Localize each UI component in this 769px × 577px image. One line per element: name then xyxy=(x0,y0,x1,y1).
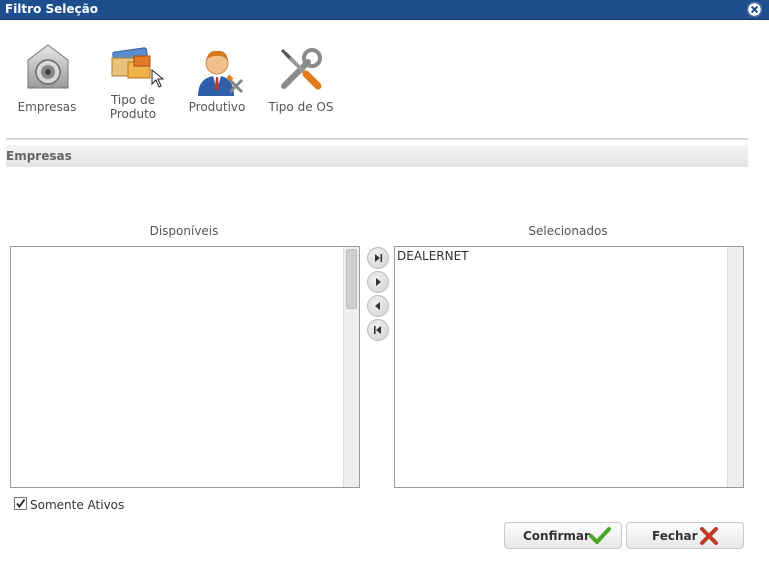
move-all-left-button[interactable] xyxy=(367,319,389,341)
move-right-icon xyxy=(376,278,381,286)
available-list-scrollbar[interactable] xyxy=(343,247,359,487)
close-icon xyxy=(747,2,762,17)
toolbar-produtivo-label: Produtivo xyxy=(188,100,246,114)
move-right-button[interactable] xyxy=(367,271,389,293)
toolbar-tipo-de-os[interactable]: Tipo de OS xyxy=(266,46,336,116)
close-window-button[interactable] xyxy=(747,2,762,17)
x-icon xyxy=(700,527,718,545)
toolbar-produtivo[interactable]: Produtivo xyxy=(184,46,250,116)
move-all-right-button[interactable] xyxy=(367,247,389,269)
close-button-label: Fechar xyxy=(652,529,698,543)
window-titlebar: Filtro Seleção xyxy=(0,0,769,20)
toolbar-empresas-label: Empresas xyxy=(17,100,77,114)
safe-icon xyxy=(27,44,69,89)
checkmark-icon xyxy=(16,498,26,508)
somente-ativos-label: Somente Ativos xyxy=(30,498,125,512)
check-icon xyxy=(589,527,611,544)
available-caption: Disponíveis xyxy=(149,224,219,238)
confirm-button-label: Confirmar xyxy=(523,529,590,543)
confirm-button[interactable]: Confirmar xyxy=(504,522,622,549)
product-type-icon xyxy=(111,47,165,88)
toolbar-empresas[interactable]: Empresas xyxy=(14,42,80,117)
selected-list-scrollbar[interactable] xyxy=(727,247,743,487)
move-all-left-icon xyxy=(374,326,381,334)
move-left-icon xyxy=(375,302,380,310)
productive-person-icon xyxy=(198,50,244,96)
selected-list[interactable]: DEALERNET xyxy=(394,246,744,488)
selected-caption: Selecionados xyxy=(528,224,608,238)
close-button[interactable]: Fechar xyxy=(626,522,744,549)
list-item[interactable]: DEALERNET xyxy=(397,249,469,263)
toolbar-divider xyxy=(6,138,748,140)
section-title: Empresas xyxy=(6,149,72,163)
available-list-scroll-thumb[interactable] xyxy=(346,249,357,309)
section-header: Empresas xyxy=(6,145,748,167)
somente-ativos-checkbox[interactable] xyxy=(14,497,27,510)
toolbar-tipo-de-produto-label: Tipo de Produto xyxy=(109,93,157,121)
tools-icon xyxy=(280,48,322,90)
available-list[interactable] xyxy=(10,246,360,488)
window-title: Filtro Seleção xyxy=(5,2,98,16)
toolbar-tipo-de-produto[interactable]: Tipo de Produto xyxy=(100,40,166,124)
move-all-right-icon xyxy=(375,254,383,262)
toolbar-tipo-de-os-label: Tipo de OS xyxy=(268,100,334,114)
move-left-button[interactable] xyxy=(367,295,389,317)
